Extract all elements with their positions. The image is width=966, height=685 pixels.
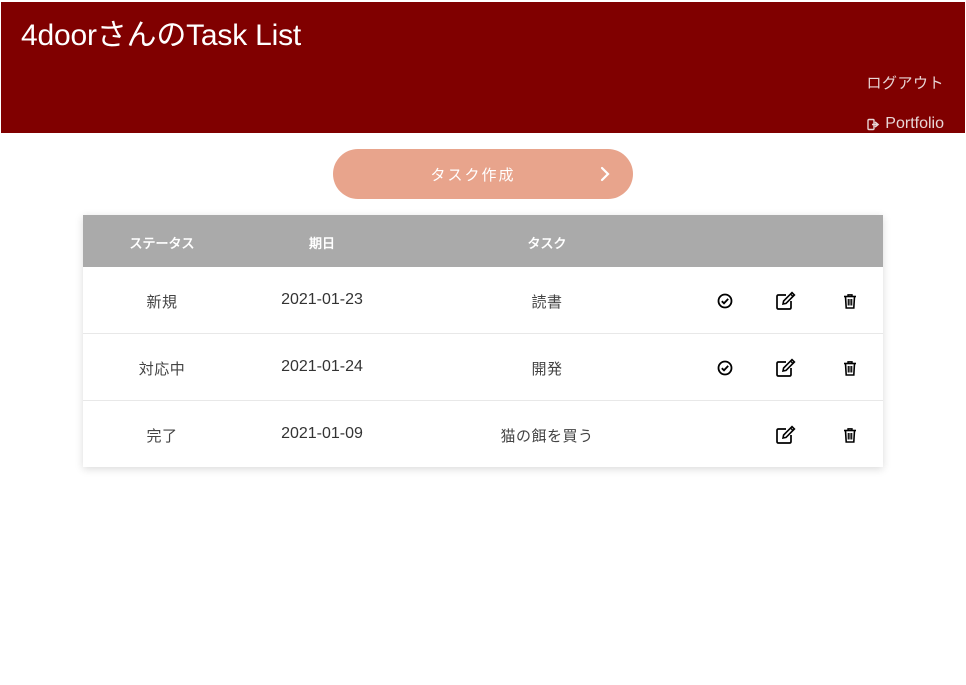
table-row: 新規 2021-01-23 読書 [83, 267, 883, 334]
row-task: 読書 [531, 293, 563, 311]
row-date: 2021-01-09 [281, 425, 363, 442]
trash-icon[interactable] [839, 357, 861, 379]
app-header: 4doorさんのTask List ログアウト Portfolio [1, 2, 965, 133]
app-title: 4doorさんのTask List [21, 19, 302, 52]
row-task: 猫の餌を買う [500, 427, 594, 445]
edit-icon[interactable] [775, 357, 797, 379]
table-row: 完了 2021-01-09 猫の餌を買う [83, 401, 883, 467]
chevron-right-icon [600, 166, 610, 182]
check-circle-icon[interactable] [714, 290, 736, 312]
row-task: 開発 [531, 360, 563, 378]
create-task-label: タスク作成 [430, 165, 516, 184]
row-date: 2021-01-24 [281, 358, 363, 375]
sign-out-icon [867, 118, 880, 130]
table-row: 対応中 2021-01-24 開発 [83, 334, 883, 401]
row-status: 新規 [146, 293, 178, 311]
column-header-date: 期日 [308, 237, 335, 252]
row-status: 対応中 [138, 360, 186, 378]
column-header-task: タスク [527, 237, 567, 252]
row-status: 完了 [146, 427, 178, 445]
column-header-status: ステータス [129, 237, 195, 252]
portfolio-label: Portfolio [885, 115, 944, 132]
edit-icon[interactable] [775, 424, 797, 446]
portfolio-link[interactable]: Portfolio [867, 115, 944, 133]
trash-icon[interactable] [839, 290, 861, 312]
check-circle-icon[interactable] [714, 357, 736, 379]
edit-icon[interactable] [775, 290, 797, 312]
logout-link[interactable]: ログアウト [866, 72, 944, 93]
table-header: ステータス 期日 タスク [83, 215, 883, 267]
table-body: 新規 2021-01-23 読書対応中 2021-01-24 開発完了 2021-01-0… [83, 267, 883, 467]
task-table: ステータス 期日 タスク 新規 2021-01-23 読書対応中 2021-01-24… [83, 215, 883, 467]
create-task-button[interactable]: タスク作成 [333, 149, 633, 199]
row-date: 2021-01-23 [281, 291, 363, 308]
trash-icon[interactable] [839, 424, 861, 446]
